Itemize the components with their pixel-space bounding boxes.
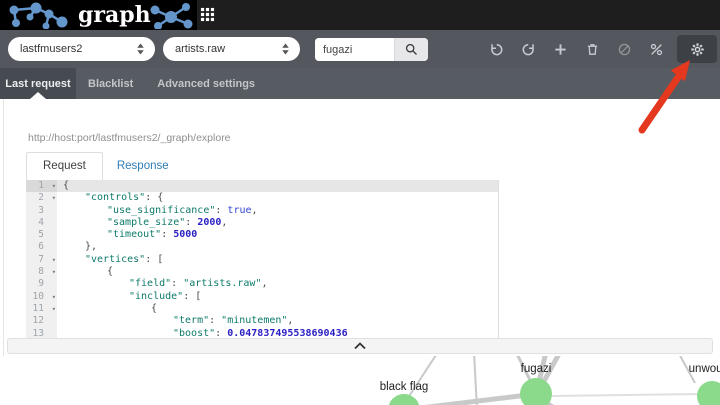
editor-line-12: 12"term": "minutemen", [26, 315, 498, 327]
field-select[interactable]: artists.raw [163, 37, 300, 61]
editor-line-6: 6}, [26, 241, 498, 253]
tab-last-request[interactable]: Last request [0, 68, 76, 99]
toolbar: lastfmusers2 artists.raw [0, 30, 720, 68]
chevron-up-icon [354, 342, 366, 350]
index-pattern-value: lastfmusers2 [20, 43, 82, 55]
graph-node-unwound[interactable] [697, 381, 720, 405]
redo-button[interactable] [517, 36, 539, 62]
editor-line-11: 11▾{ [26, 303, 498, 315]
graph-node-label: black flag [380, 381, 429, 393]
field-select-value: artists.raw [175, 43, 225, 55]
logo-network-left-icon [2, 1, 80, 29]
request-response-tabs: Request Response [26, 152, 183, 180]
top-bar: graph [0, 0, 720, 30]
editor-line-4: 4"sample_size": 2000, [26, 217, 498, 229]
editor-line-8: 8▾{ [26, 266, 498, 278]
panel-left-border [3, 99, 4, 356]
graph-node-black-flag[interactable] [388, 394, 420, 405]
editor-line-9: 9"field": "artists.raw", [26, 278, 498, 290]
index-pattern-select[interactable]: lastfmusers2 [8, 37, 155, 61]
tab-blacklist[interactable]: Blacklist [76, 68, 145, 99]
editor-line-5: 5"timeout": 5000 [26, 229, 498, 241]
editor-line-7: 7▾"vertices": [ [26, 254, 498, 266]
select-updown-icon [281, 42, 290, 56]
trash-icon [585, 42, 600, 57]
search-input[interactable] [315, 38, 394, 61]
request-url: http://host:port/lastfmusers2/_graph/exp… [28, 132, 231, 144]
graph-node-label: fugazi [521, 363, 552, 375]
graph-workspace[interactable]: black flag fugazi unwound [0, 356, 720, 405]
graph-node-fugazi[interactable] [520, 378, 552, 405]
logo-network-right-icon [147, 1, 197, 29]
tab-request[interactable]: Request [26, 152, 103, 180]
editor-line-3: 3"use_significance": true, [26, 205, 498, 217]
tab-response[interactable]: Response [103, 153, 183, 180]
undo-button[interactable] [485, 36, 507, 62]
plus-icon [553, 42, 568, 57]
apps-grid-icon[interactable] [199, 7, 216, 24]
collapse-panel-bar[interactable] [7, 338, 713, 354]
settings-button[interactable] [677, 35, 717, 63]
graph-app: graph lastfmusers2 [0, 0, 720, 405]
link-icon [649, 42, 664, 57]
logo-wordmark: graph [78, 1, 148, 29]
delete-button[interactable] [581, 36, 603, 62]
undo-icon [489, 42, 504, 57]
search-icon [405, 43, 418, 56]
gear-icon [690, 42, 705, 57]
editor-line-13: 13"boost": 0.047837495538690436 [26, 328, 498, 338]
graph-node-label: unwound [689, 363, 720, 375]
select-updown-icon [136, 42, 145, 56]
ban-icon [617, 42, 632, 57]
json-editor[interactable]: 1▾{2▾"controls": {3"use_significance": t… [26, 180, 499, 338]
editor-line-10: 10▾"include": [ [26, 291, 498, 303]
tab-advanced-settings[interactable]: Advanced settings [145, 68, 267, 99]
search-button[interactable] [394, 38, 428, 61]
graph-edge [404, 394, 536, 405]
link-button[interactable] [645, 36, 667, 62]
graph-edge [552, 394, 700, 396]
add-button[interactable] [549, 36, 571, 62]
search-box [315, 38, 428, 61]
redo-icon [521, 42, 536, 57]
graph-edge [474, 356, 477, 405]
editor-line-1: 1▾{ [26, 180, 498, 192]
editor-line-2: 2▾"controls": { [26, 192, 498, 204]
toolbar-buttons [485, 30, 717, 68]
graph-logo: graph [0, 0, 197, 30]
block-button[interactable] [613, 36, 635, 62]
request-panel: http://host:port/lastfmusers2/_graph/exp… [0, 99, 720, 405]
settings-tabbar: Last request Blacklist Advanced settings [0, 68, 720, 99]
